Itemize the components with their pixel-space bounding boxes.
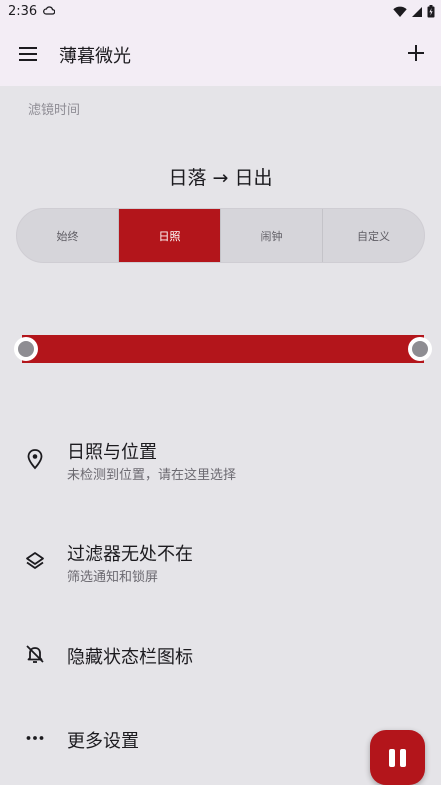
section-label: 滤镜时间: [28, 103, 81, 118]
signal-icon: [412, 6, 422, 17]
schedule-title: 日落 → 日出: [168, 167, 273, 189]
segment-alarm[interactable]: 闹钟: [221, 209, 323, 262]
time-range-slider[interactable]: [14, 334, 432, 364]
slider-start-handle[interactable]: [14, 337, 38, 361]
layers-icon: [26, 552, 44, 569]
system-icons: [393, 5, 435, 18]
more-horizontal-icon: [26, 736, 44, 740]
menu-icon[interactable]: [18, 45, 38, 63]
pause-button[interactable]: [370, 730, 425, 785]
slider-end-handle[interactable]: [408, 337, 432, 361]
segment-always[interactable]: 始终: [17, 209, 119, 262]
setting-subtitle: 未检测到位置，请在这里选择: [67, 468, 237, 483]
status-bar: 2:36: [0, 0, 441, 24]
setting-sun-location[interactable]: 日照与位置 未检测到位置，请在这里选择: [0, 432, 441, 492]
pause-icon: [400, 749, 406, 767]
add-icon[interactable]: [405, 42, 427, 64]
setting-label: 更多设置: [67, 731, 139, 752]
setting-filter-everywhere[interactable]: 过滤器无处不在 筛选通知和锁屏: [0, 534, 441, 594]
setting-subtitle: 筛选通知和锁屏: [67, 570, 159, 585]
notifications-off-icon: [26, 645, 44, 663]
setting-label: 过滤器无处不在: [67, 544, 193, 565]
wifi-icon: [393, 6, 407, 17]
status-time: 2:36: [8, 4, 38, 19]
app-title: 薄暮微光: [59, 46, 131, 67]
cloud-icon: [43, 6, 55, 15]
location-pin-icon: [27, 449, 43, 470]
slider-track: [22, 335, 424, 363]
schedule-mode-selector: 始终 日照 闹钟 自定义: [16, 208, 425, 263]
segment-sun[interactable]: 日照: [119, 209, 221, 262]
setting-label: 日照与位置: [67, 442, 157, 463]
setting-label: 隐藏状态栏图标: [67, 647, 193, 668]
segment-custom[interactable]: 自定义: [323, 209, 424, 262]
battery-icon: [427, 5, 435, 18]
pause-icon: [389, 749, 395, 767]
app-bar: 薄暮微光: [0, 24, 441, 86]
setting-hide-status-icon[interactable]: 隐藏状态栏图标: [0, 624, 441, 684]
